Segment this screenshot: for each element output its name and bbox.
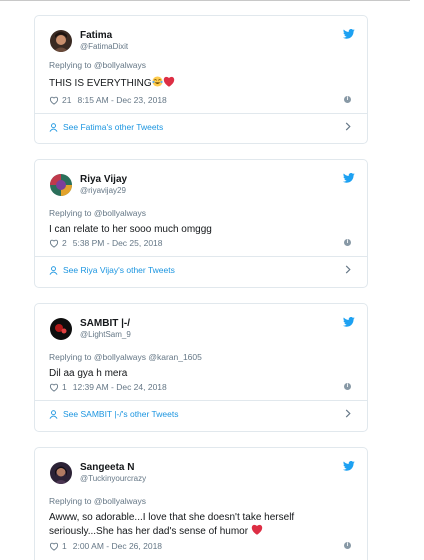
author-name[interactable]: SAMBIT |-/: [80, 318, 130, 329]
see-other-tweets-label[interactable]: See Riya Vijay's other Tweets: [63, 265, 175, 275]
like-count[interactable]: 1: [62, 541, 67, 551]
tweet-text-content: seriously...She has her dad's sense of h…: [49, 526, 249, 537]
avatar[interactable]: [50, 318, 72, 340]
author-handle[interactable]: @riyavijay29: [80, 186, 126, 195]
heart-outline-icon[interactable]: [49, 542, 59, 551]
avatar[interactable]: [50, 462, 72, 484]
twitter-bird-icon[interactable]: [343, 317, 355, 327]
timestamp[interactable]: 8:15 AM - Dec 23, 2018: [77, 95, 166, 105]
tweet-text: I can relate to her sooo much omggg: [49, 224, 212, 235]
like-count[interactable]: 21: [62, 95, 71, 105]
see-other-tweets-label[interactable]: See SAMBIT |-/'s other Tweets: [63, 409, 178, 419]
card-divider: [35, 256, 367, 257]
tweet-text: Dil aa gya h mera: [49, 368, 128, 379]
replying-to[interactable]: Replying to @bollyalways: [49, 208, 146, 218]
timestamp[interactable]: 12:39 AM - Dec 24, 2018: [73, 382, 167, 392]
see-other-tweets-link[interactable]: See Fatima's other Tweets: [49, 122, 163, 132]
author-name[interactable]: Fatima: [80, 30, 112, 41]
info-icon[interactable]: i: [344, 383, 351, 390]
replying-to[interactable]: Replying to @bollyalways @karan_1605: [49, 352, 202, 362]
tweet-meta: 1 2:00 AM - Dec 26, 2018: [49, 541, 162, 551]
like-count[interactable]: 1: [62, 382, 67, 392]
top-divider: [0, 0, 410, 1]
avatar[interactable]: [50, 174, 72, 196]
card-divider: [35, 113, 367, 114]
tears-of-joy-emoji: [151, 76, 163, 87]
tweet-card-sambit[interactable]: SAMBIT |-/ @LightSam_9 Replying to @boll…: [34, 303, 368, 432]
red-heart-emoji: [163, 76, 174, 87]
tweet-card-sangeeta[interactable]: Sangeeta N @Tuckinyourcrazy Replying to …: [34, 447, 368, 560]
twitter-bird-icon[interactable]: [343, 173, 355, 183]
tweet-meta: 1 12:39 AM - Dec 24, 2018: [49, 382, 167, 392]
timestamp[interactable]: 2:00 AM - Dec 26, 2018: [73, 541, 162, 551]
chevron-right-icon[interactable]: [345, 409, 351, 418]
replying-to[interactable]: Replying to @bollyalways: [49, 496, 146, 506]
like-count[interactable]: 2: [62, 238, 67, 248]
heart-outline-icon[interactable]: [49, 383, 59, 392]
red-heart-emoji: [251, 524, 263, 535]
card-divider: [35, 400, 367, 401]
person-icon: [49, 122, 58, 132]
tweet-card-fatima[interactable]: Fatima @FatimaDixit Replying to @bollyal…: [34, 15, 368, 144]
tweet-text-content: THIS IS EVERYTHING: [49, 78, 152, 89]
tweet-meta: 21 8:15 AM - Dec 23, 2018: [49, 95, 167, 105]
heart-outline-icon[interactable]: [49, 239, 59, 248]
see-other-tweets-link[interactable]: See SAMBIT |-/'s other Tweets: [49, 409, 178, 419]
timestamp[interactable]: 5:38 PM - Dec 25, 2018: [73, 238, 163, 248]
heart-outline-icon[interactable]: [49, 96, 59, 105]
avatar[interactable]: [50, 30, 72, 52]
author-name[interactable]: Riya Vijay: [80, 174, 127, 185]
tweet-text-line: seriously...She has her dad's sense of h…: [49, 524, 349, 538]
author-handle[interactable]: @Tuckinyourcrazy: [80, 474, 146, 483]
twitter-bird-icon[interactable]: [343, 29, 355, 39]
chevron-right-icon[interactable]: [345, 265, 351, 274]
tweet-card-riya[interactable]: Riya Vijay @riyavijay29 Replying to @bol…: [34, 159, 368, 288]
person-icon: [49, 409, 58, 419]
author-name[interactable]: Sangeeta N: [80, 462, 134, 473]
replying-to[interactable]: Replying to @bollyalways: [49, 60, 146, 70]
chevron-right-icon[interactable]: [345, 122, 351, 131]
see-other-tweets-link[interactable]: See Riya Vijay's other Tweets: [49, 265, 175, 275]
tweet-text: THIS IS EVERYTHING: [49, 76, 349, 90]
twitter-bird-icon[interactable]: [343, 461, 355, 471]
tweet-text: Awww, so adorable...I love that she does…: [49, 511, 349, 538]
tweet-text-line: Awww, so adorable...I love that she does…: [49, 512, 295, 523]
author-handle[interactable]: @LightSam_9: [80, 330, 131, 339]
author-handle[interactable]: @FatimaDixit: [80, 42, 128, 51]
person-icon: [49, 265, 58, 275]
info-icon[interactable]: i: [344, 239, 351, 246]
tweet-meta: 2 5:38 PM - Dec 25, 2018: [49, 238, 163, 248]
see-other-tweets-label[interactable]: See Fatima's other Tweets: [63, 122, 163, 132]
info-icon[interactable]: i: [344, 96, 351, 103]
info-icon[interactable]: i: [344, 542, 351, 549]
